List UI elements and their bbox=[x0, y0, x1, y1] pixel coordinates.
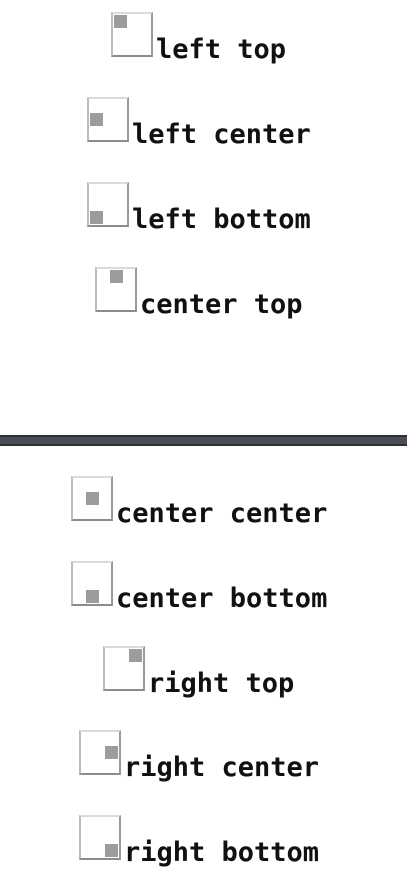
marker-center-bottom bbox=[86, 590, 99, 603]
item-label: right top bbox=[148, 668, 295, 699]
marker-center-top bbox=[110, 270, 123, 283]
item-label: center bottom bbox=[116, 583, 328, 614]
item-right-center: right center bbox=[79, 730, 319, 781]
pane-splitter[interactable] bbox=[0, 435, 407, 446]
item-center-bottom: center bottom bbox=[71, 561, 327, 612]
item-label: right bottom bbox=[124, 837, 320, 868]
marker-left-bottom bbox=[90, 211, 103, 224]
marker-right-top bbox=[129, 649, 142, 662]
alignment-box bbox=[103, 646, 145, 691]
item-left-top: left top bbox=[111, 12, 286, 63]
alignment-box bbox=[71, 476, 113, 521]
item-right-bottom: right bottom bbox=[79, 815, 319, 866]
marker-left-top bbox=[114, 15, 127, 28]
marker-left-center bbox=[90, 113, 103, 126]
marker-center-center bbox=[86, 492, 99, 505]
alignment-box bbox=[71, 561, 113, 606]
item-label: center top bbox=[140, 289, 303, 320]
item-label: left top bbox=[156, 34, 287, 65]
alignment-box bbox=[87, 97, 129, 142]
item-right-top: right top bbox=[103, 646, 294, 697]
bottom-pane: center center center bottom right top ri… bbox=[0, 446, 407, 887]
item-label: left bottom bbox=[132, 204, 311, 235]
alignment-box bbox=[87, 182, 129, 227]
item-label: left center bbox=[132, 119, 311, 150]
item-label: center center bbox=[116, 498, 328, 529]
alignment-box bbox=[79, 815, 121, 860]
item-left-bottom: left bottom bbox=[87, 182, 311, 233]
alignment-box bbox=[111, 12, 153, 57]
item-center-center: center center bbox=[71, 476, 327, 527]
top-pane: left top left center left bottom center … bbox=[0, 0, 407, 435]
item-left-center: left center bbox=[87, 97, 311, 148]
alignment-box bbox=[95, 267, 137, 312]
item-label: right center bbox=[124, 752, 320, 783]
marker-right-bottom bbox=[105, 844, 118, 857]
item-center-top: center top bbox=[95, 267, 303, 318]
marker-right-center bbox=[105, 746, 118, 759]
alignment-box bbox=[79, 730, 121, 775]
